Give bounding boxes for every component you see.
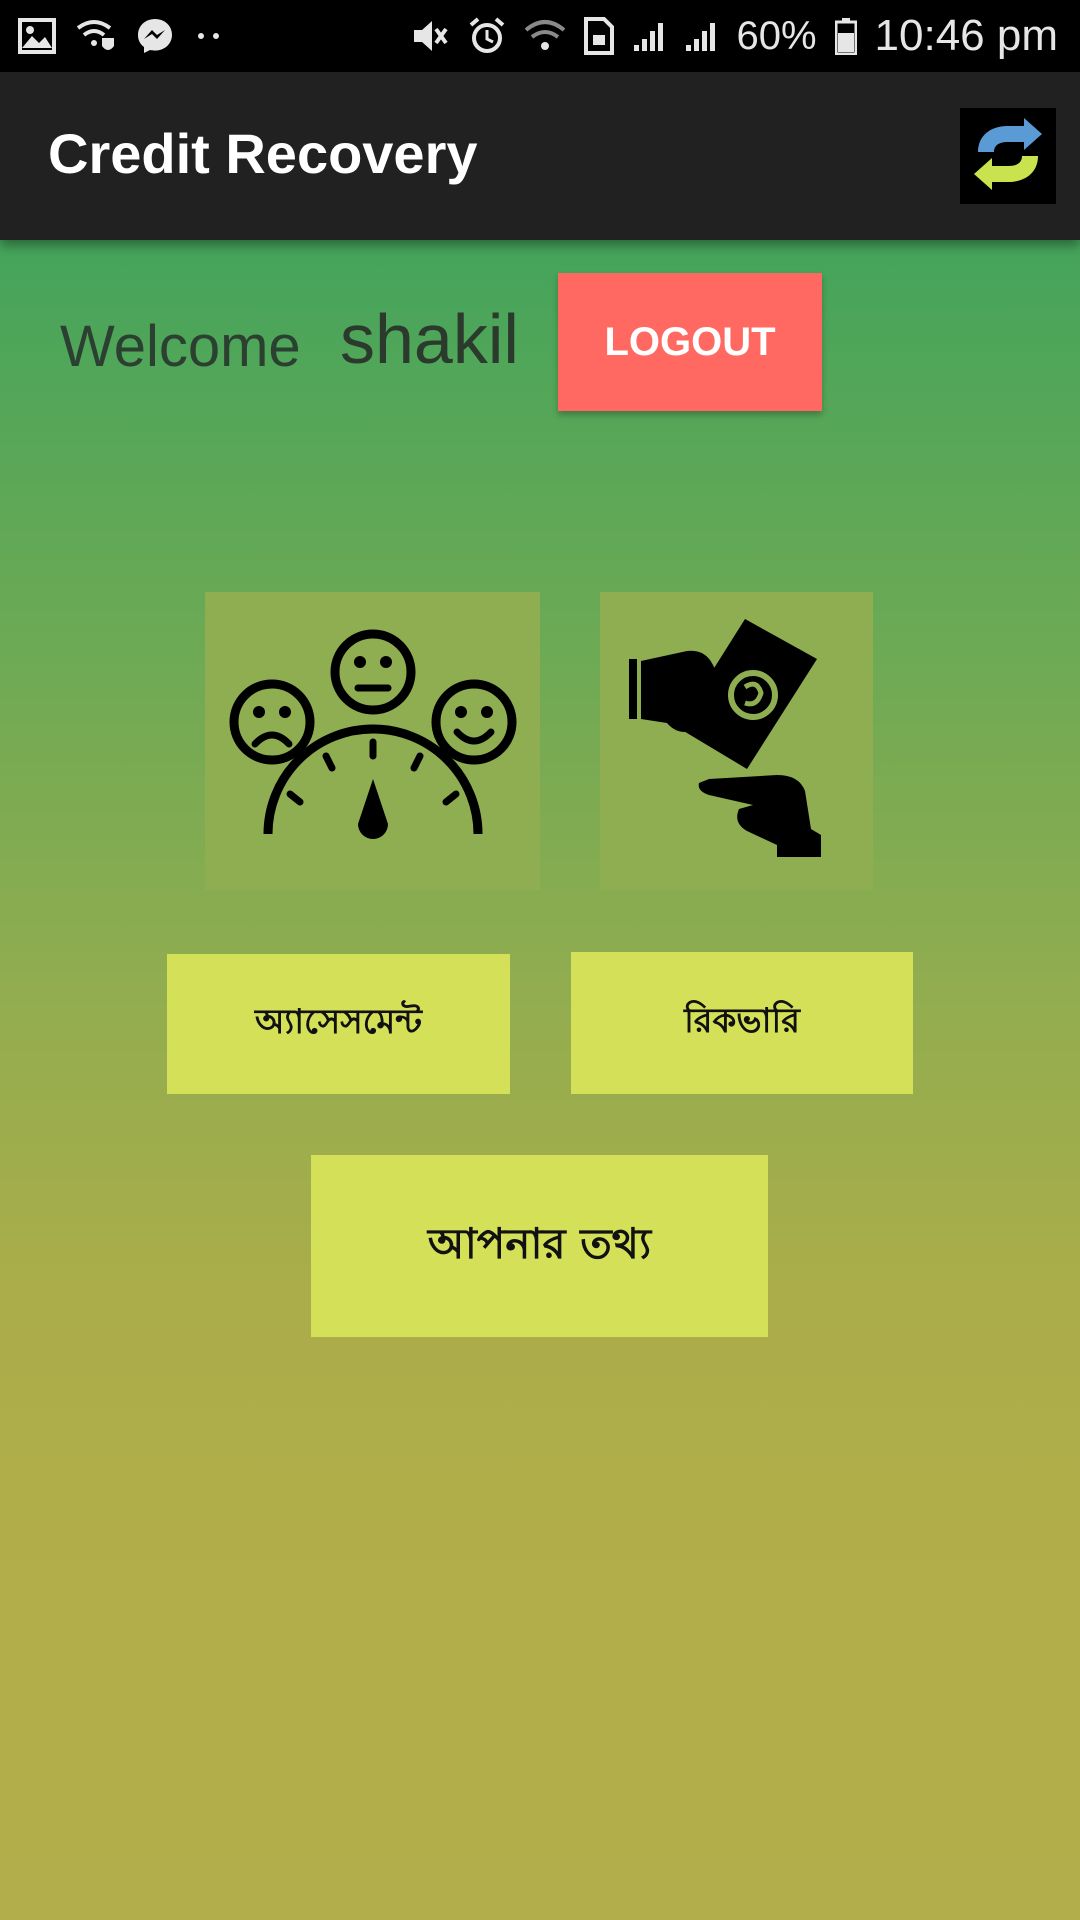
assessment-tile[interactable] [205,592,540,890]
refresh-icon [968,118,1048,194]
user-name: shakil [340,300,519,378]
app-title: Credit Recovery [48,122,478,185]
main-content: Welcome shakil LOGOUT অ্যাসেসমেন্ট রিকভা… [0,240,1080,1920]
status-bar: 60% 10:46 pm [0,0,1080,72]
signal-icon [684,19,718,53]
your-info-button[interactable]: আপনার তথ্য [311,1155,768,1337]
wifi-shield-icon [76,18,116,54]
welcome-label: Welcome [60,314,301,379]
signal-icon [632,19,666,53]
wifi-icon [524,18,566,54]
gallery-icon [18,18,56,54]
battery-percent: 60% [736,14,817,58]
status-right-icons: 60% 10:46 pm [410,10,1058,62]
satisfaction-meter-icon [228,624,518,858]
recovery-tile[interactable] [600,592,873,890]
more-dots-icon [194,31,224,41]
sim-icon [584,17,615,55]
money-hands-icon [627,609,847,873]
assessment-button[interactable]: অ্যাসেসমেন্ট [167,954,510,1094]
app-bar: Credit Recovery [0,72,1080,240]
logout-button[interactable]: LOGOUT [558,273,822,411]
alarm-icon [468,17,506,55]
battery-icon [834,17,857,55]
status-time: 10:46 pm [874,11,1058,60]
refresh-button[interactable] [960,108,1056,204]
status-left-icons [18,14,224,58]
mute-icon [410,17,450,55]
recovery-button[interactable]: রিকভারি [571,952,913,1094]
messenger-icon [136,17,174,55]
